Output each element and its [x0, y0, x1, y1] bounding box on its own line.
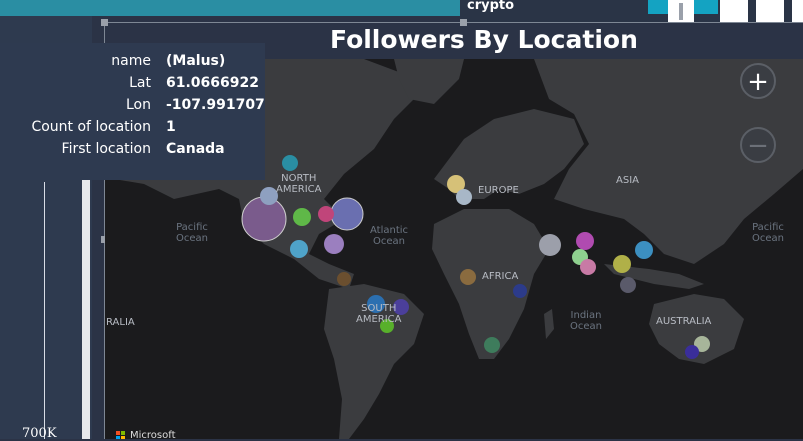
tooltip-value: -107.991707	[166, 97, 265, 113]
marker-africa-2	[513, 284, 527, 298]
tooltip-row-count: Count of location 1	[0, 119, 265, 141]
left-chart-axis	[44, 182, 45, 439]
marker-indonesia	[620, 277, 636, 293]
tooltip-row-lon: Lon -107.991707	[0, 97, 265, 119]
visual-frame-top	[104, 22, 803, 23]
marker-middle-east	[539, 234, 561, 256]
top-button-2[interactable]	[720, 0, 748, 22]
africa-landmass	[432, 209, 549, 359]
marker-usa	[318, 206, 334, 222]
tooltip-value: Canada	[166, 141, 225, 157]
label-asia: ASIA	[616, 175, 639, 186]
marker-australia-2	[685, 345, 699, 359]
marker-india-1	[576, 232, 594, 250]
map-tooltip: name (Malus) Lat 61.0666922 Lon -107.991…	[0, 43, 265, 180]
label-australia-left: RALIA	[106, 317, 135, 328]
zoom-out-button[interactable]: −	[740, 127, 776, 163]
map-attribution: Microsoft	[130, 430, 176, 439]
label-africa: AFRICA	[482, 271, 519, 282]
tooltip-value: 61.0666922	[166, 75, 259, 91]
marker-europe-2	[456, 189, 472, 205]
info-icon	[679, 3, 683, 20]
marker-india-3	[580, 259, 596, 275]
zoom-in-button[interactable]: +	[740, 63, 776, 99]
madagascar-landmass	[544, 309, 554, 339]
tooltip-key: Count of location	[31, 119, 151, 135]
label-north-america: NORTH AMERICA	[276, 173, 322, 195]
marker-central-america	[290, 240, 308, 258]
top-toolbar-label: crypto	[467, 0, 515, 13]
left-header-bar	[0, 0, 460, 16]
label-pacific-left: Pacific Ocean	[176, 222, 208, 244]
resize-handle-top[interactable]	[460, 19, 467, 26]
marker-se-asia-1	[613, 255, 631, 273]
microsoft-logo-icon	[116, 431, 126, 439]
tooltip-row-name: name (Malus)	[0, 53, 265, 75]
resize-handle-top-left[interactable]	[101, 19, 108, 26]
marker-africa-1	[460, 269, 476, 285]
marker-gulf	[324, 234, 344, 254]
tooltip-value: 1	[166, 119, 176, 135]
tooltip-row-first-location: First location Canada	[0, 141, 265, 163]
label-atlantic: Atlantic Ocean	[370, 225, 409, 247]
tooltip-key: Lat	[129, 75, 151, 91]
label-europe: EUROPE	[478, 185, 519, 196]
tooltip-value: (Malus)	[166, 53, 226, 69]
info-button[interactable]	[668, 0, 694, 22]
tooltip-key: First location	[61, 141, 151, 157]
top-button-4[interactable]	[792, 0, 803, 22]
marker-canada	[282, 155, 298, 171]
marker-cluster-east-us	[330, 197, 364, 231]
marker-africa-3	[484, 337, 500, 353]
tooltip-key: Lon	[126, 97, 151, 113]
label-australia: AUSTRALIA	[656, 316, 712, 327]
tooltip-key: name	[111, 53, 151, 69]
label-pacific-right: Pacific Ocean	[752, 222, 784, 244]
marker-caribbean	[337, 272, 351, 286]
top-button-3[interactable]	[756, 0, 784, 22]
marker-mexico	[293, 208, 311, 226]
label-indian: Indian Ocean	[570, 310, 602, 332]
marker-cluster-north-america	[241, 196, 287, 242]
marker-se-asia-2	[635, 241, 653, 259]
label-south-america: SOUTH AMERICA	[356, 303, 402, 325]
resize-handle-left[interactable]	[101, 236, 105, 243]
visual-title: Followers By Location	[330, 25, 638, 54]
tooltip-row-lat: Lat 61.0666922	[0, 75, 265, 97]
